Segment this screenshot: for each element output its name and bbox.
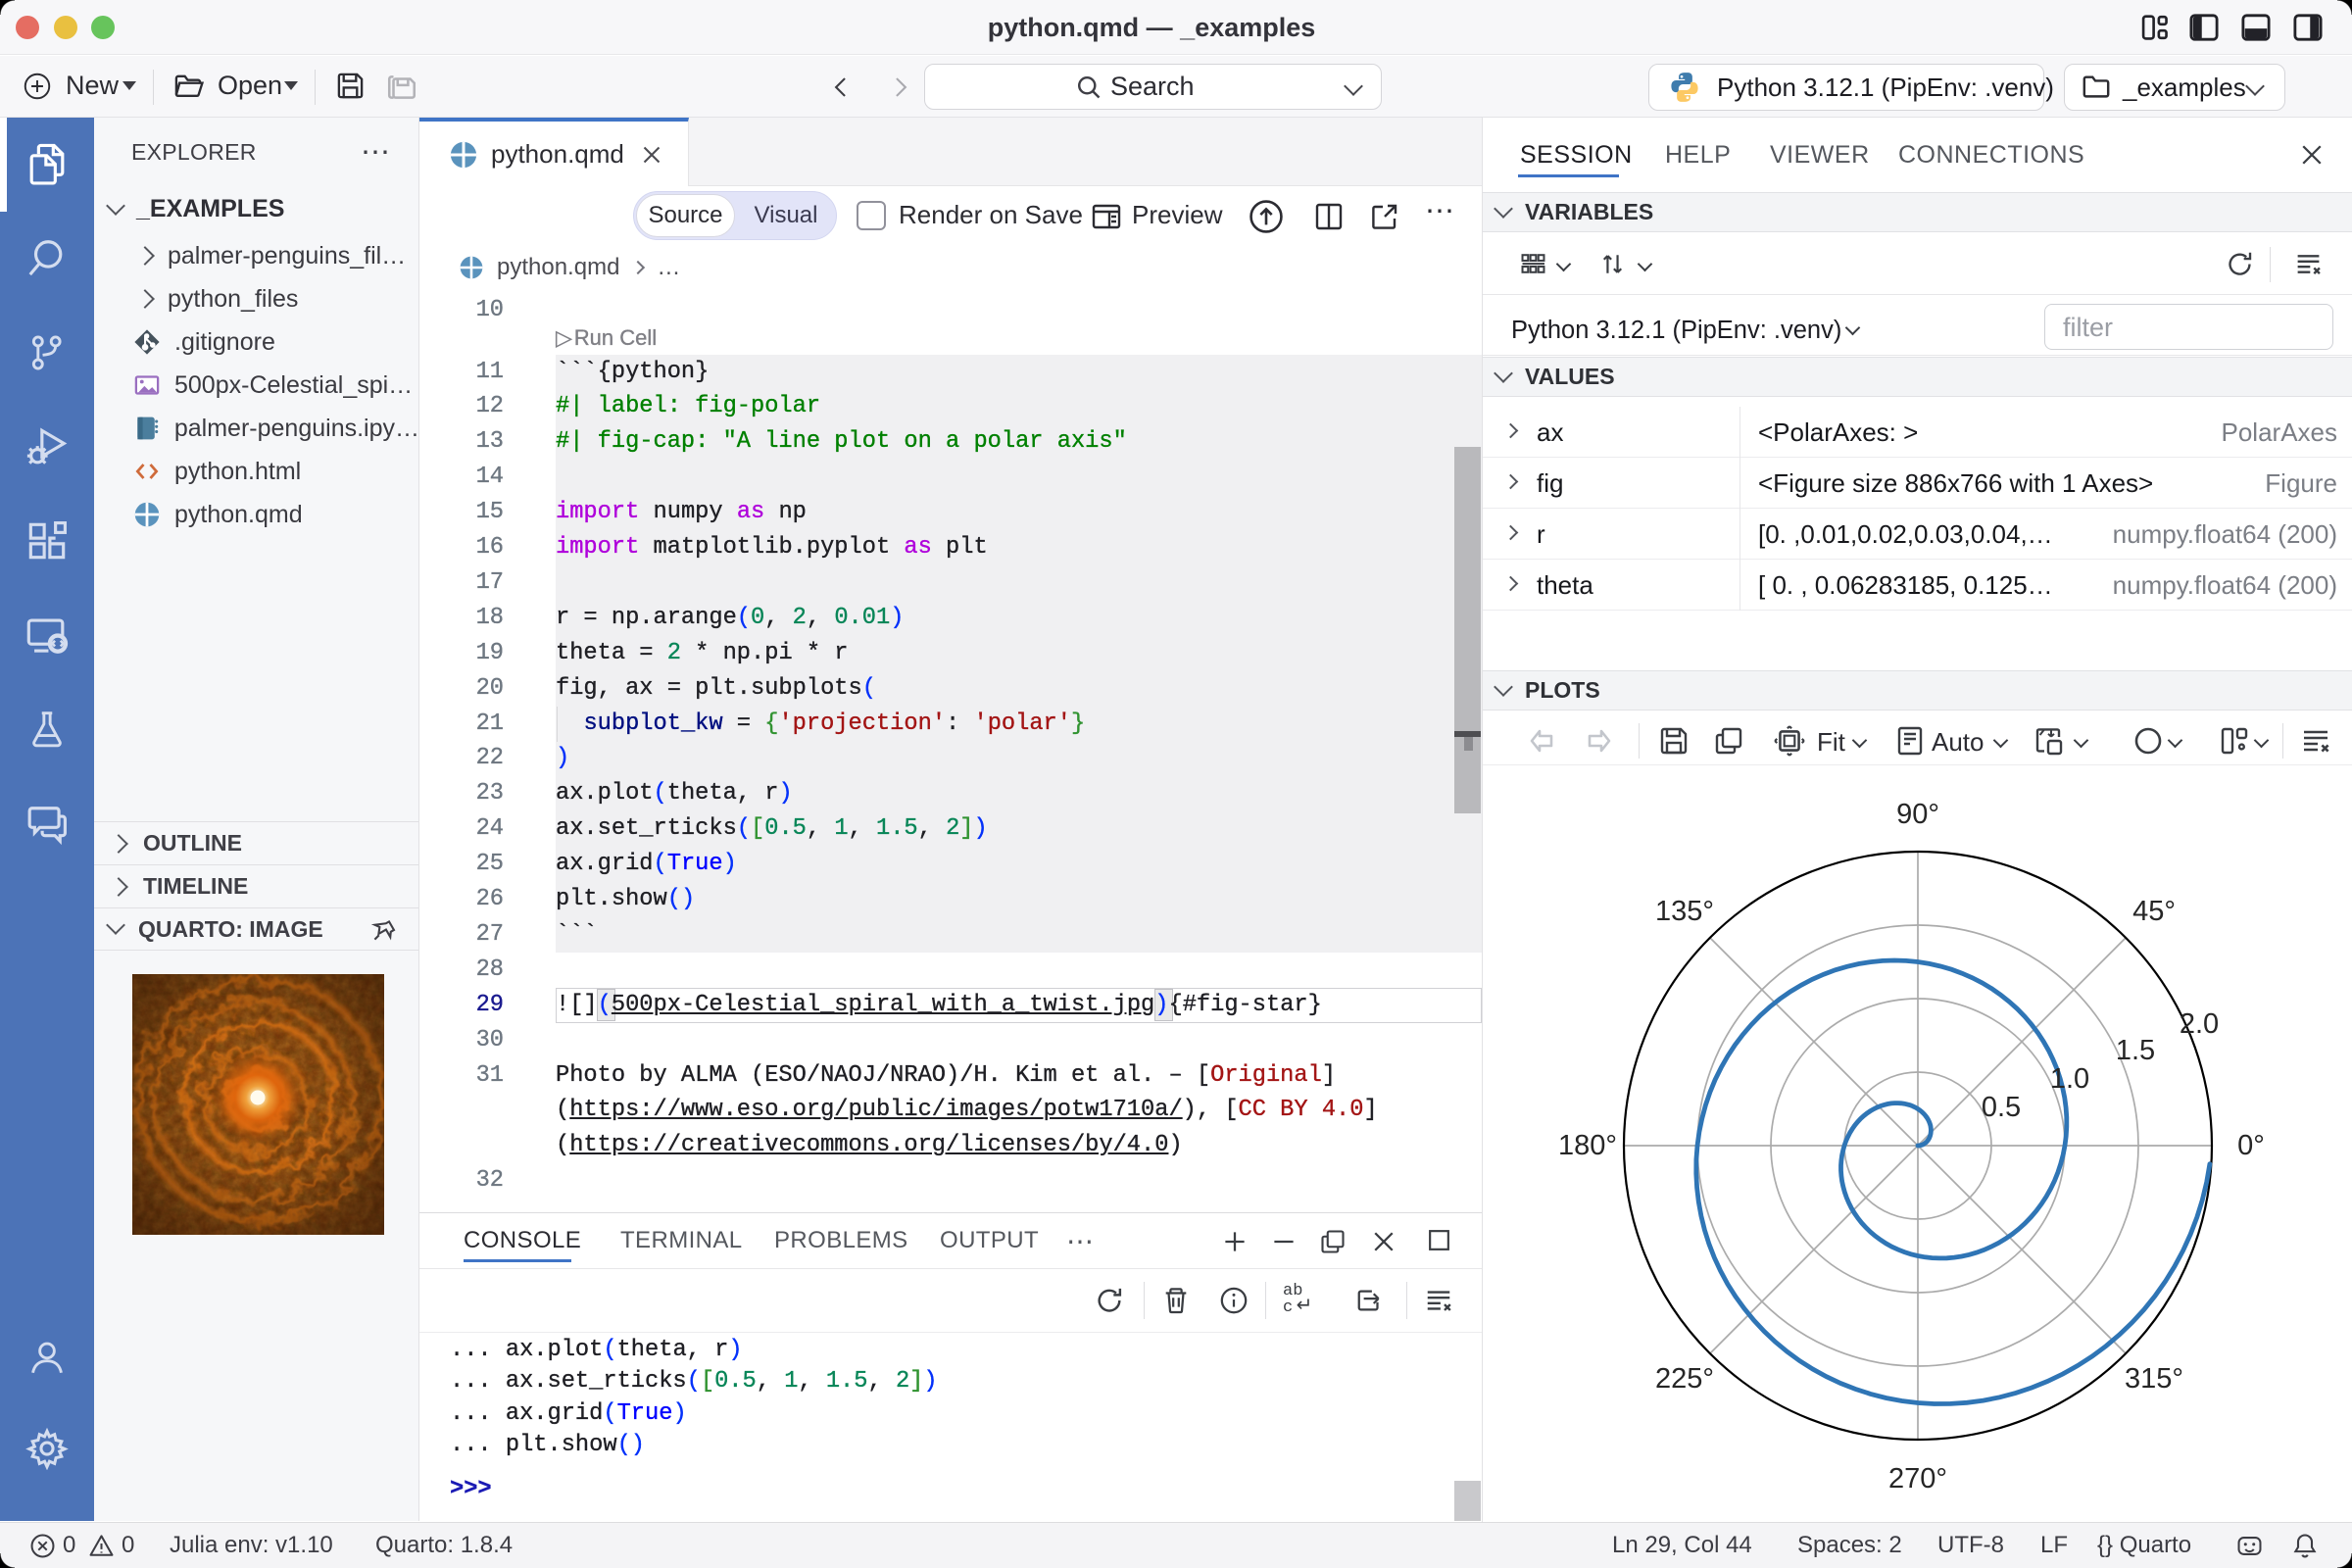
svg-text:1.0: 1.0 — [2050, 1063, 2089, 1095]
svg-text:135°: 135° — [1655, 896, 1714, 927]
svg-text:1.5: 1.5 — [2116, 1035, 2155, 1066]
svg-text:2.0: 2.0 — [2180, 1008, 2219, 1040]
svg-text:0°: 0° — [2237, 1130, 2265, 1161]
svg-text:180°: 180° — [1558, 1130, 1617, 1161]
svg-text:270°: 270° — [1888, 1463, 1947, 1494]
svg-text:225°: 225° — [1655, 1363, 1714, 1395]
svg-text:315°: 315° — [2125, 1363, 2183, 1395]
svg-text:45°: 45° — [2132, 896, 2176, 927]
svg-text:0.5: 0.5 — [1982, 1092, 2021, 1123]
svg-text:90°: 90° — [1896, 799, 1939, 830]
